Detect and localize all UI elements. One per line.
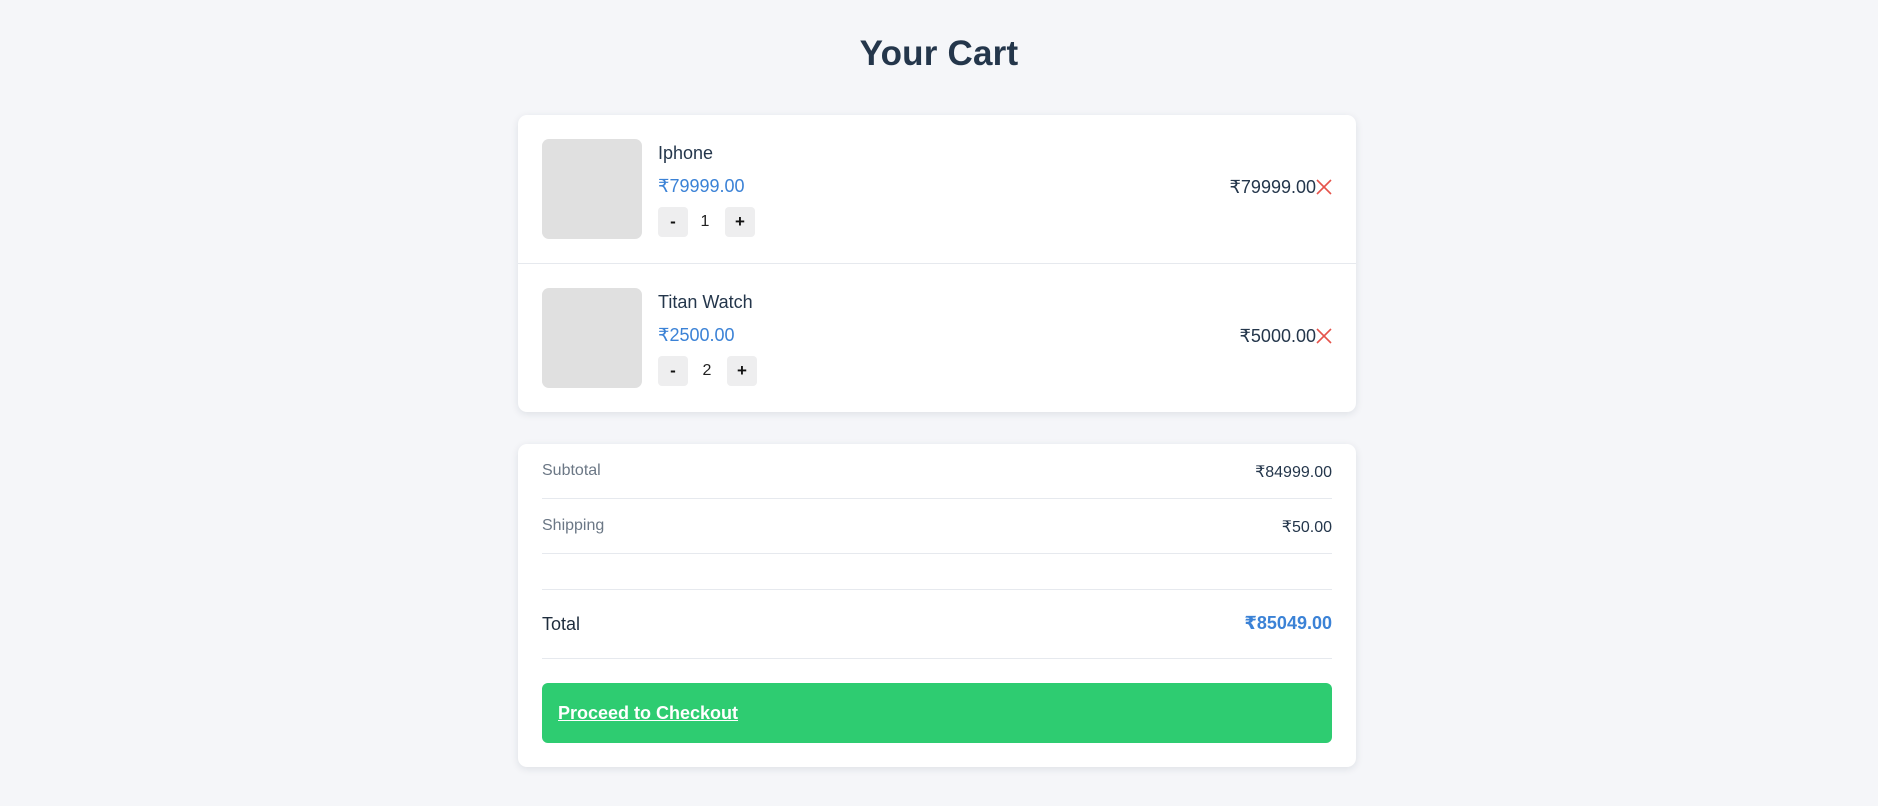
cart-item: Iphone ₹79999.00 - 1 + ₹79999.00 [518,115,1356,264]
proceed-to-checkout-button[interactable]: Proceed to Checkout [542,683,1332,743]
subtotal-row: Subtotal ₹84999.00 [542,444,1332,499]
decrement-quantity-button[interactable]: - [658,356,688,386]
quantity-value: 2 [702,362,712,379]
subtotal-label: Subtotal [542,462,601,479]
cart-item: Titan Watch ₹2500.00 - 2 + ₹5000.00 [518,264,1356,412]
item-unit-price: ₹2500.00 [658,325,735,345]
shipping-row: Shipping ₹50.00 [542,499,1332,554]
item-name: Iphone [658,143,714,163]
shipping-label: Shipping [542,517,605,534]
page-title: Your Cart [859,34,1019,73]
remove-item-button[interactable] [1314,326,1334,346]
decrement-quantity-button[interactable]: - [658,207,688,237]
increment-quantity-button[interactable]: + [725,207,755,237]
item-line-total: ₹5000.00 [1239,326,1316,346]
item-unit-price: ₹79999.00 [658,176,745,196]
total-row: Total ₹85049.00 [542,590,1332,659]
product-image-placeholder [542,139,642,239]
remove-item-button[interactable] [1314,177,1334,197]
order-summary-card: Subtotal ₹84999.00 Shipping ₹50.00 Total… [518,444,1356,767]
close-icon [1316,328,1332,344]
total-label: Total [542,614,581,634]
cart-items-card: Iphone ₹79999.00 - 1 + ₹79999.00 Titan W… [518,115,1356,412]
item-name: Titan Watch [658,292,753,312]
close-icon [1316,179,1332,195]
item-line-total: ₹79999.00 [1229,177,1316,197]
quantity-value: 1 [700,213,710,230]
increment-quantity-button[interactable]: + [727,356,757,386]
subtotal-value: ₹84999.00 [1255,464,1332,481]
shipping-value: ₹50.00 [1281,519,1332,536]
total-value: ₹85049.00 [1244,613,1332,633]
product-image-placeholder [542,288,642,388]
